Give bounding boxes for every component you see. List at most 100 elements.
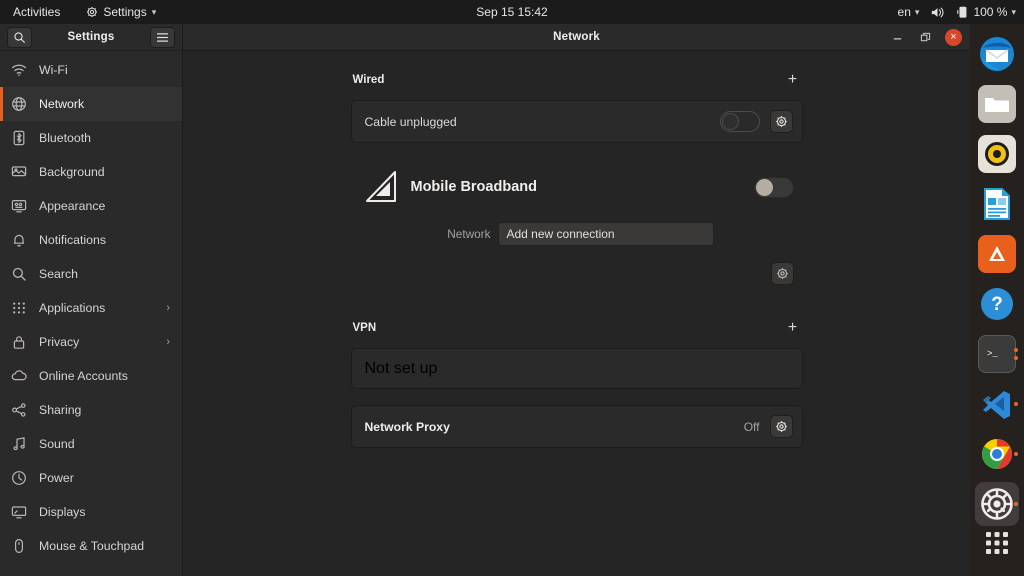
network-proxy-card: Network Proxy Off: [350, 405, 803, 448]
connection-select[interactable]: Add new connection: [497, 222, 714, 246]
sidebar-item-label: Background: [39, 165, 105, 179]
sidebar-item-applications[interactable]: Applications ›: [0, 291, 182, 325]
app-menu-label: Settings: [103, 5, 147, 19]
rhythmbox-icon: [978, 135, 1016, 173]
sidebar-header: Settings: [0, 24, 182, 51]
chevron-down-icon: ▾: [1011, 6, 1016, 17]
mobile-broadband-toggle[interactable]: [753, 176, 794, 198]
sidebar-item-privacy[interactable]: Privacy ›: [0, 325, 182, 359]
maximize-button[interactable]: [917, 30, 933, 46]
add-wired-connection-button[interactable]: +: [785, 72, 801, 88]
svg-text:>_: >_: [987, 349, 998, 359]
vpn-section: VPN + Not set up: [350, 317, 803, 389]
top-bar-left: Activities Settings ▾: [0, 3, 160, 21]
mobile-broadband-title: Mobile Broadband: [410, 179, 537, 195]
network-proxy-settings-button[interactable]: [769, 415, 793, 438]
battery-charging-icon: [956, 5, 969, 19]
search-button[interactable]: [7, 26, 32, 48]
appearance-icon: [11, 198, 27, 214]
gear-icon: [775, 420, 788, 433]
sidebar-item-notifications[interactable]: Notifications: [0, 223, 182, 257]
close-button[interactable]: ×: [945, 29, 962, 46]
bell-icon: [11, 232, 27, 248]
wifi-icon: [11, 62, 27, 78]
close-icon: ×: [950, 31, 957, 43]
chevron-right-icon: ›: [166, 336, 170, 348]
lock-icon: [11, 334, 27, 350]
music-note-icon: [11, 436, 27, 452]
menu-button[interactable]: [150, 26, 175, 48]
sidebar-item-label: Appearance: [39, 199, 106, 213]
sidebar-item-network[interactable]: Network: [0, 87, 182, 121]
sidebar: Settings Wi-Fi Network Bluetooth Background…: [0, 24, 183, 576]
sidebar-item-label: Sharing: [39, 403, 82, 417]
clock[interactable]: Sep 15 15:42: [476, 5, 547, 19]
activities-button[interactable]: Activities: [9, 3, 64, 21]
mobile-broadband-network-row: Network Add new connection: [351, 219, 803, 249]
sidebar-item-mouse-touchpad[interactable]: Mouse & Touchpad: [0, 529, 182, 563]
add-vpn-button[interactable]: +: [785, 320, 801, 336]
sidebar-item-label: Power: [39, 471, 74, 485]
vscode-icon: [978, 385, 1016, 423]
vpn-card: Not set up: [350, 348, 803, 389]
network-proxy-section: Network Proxy Off: [350, 405, 803, 448]
dock-item-chrome[interactable]: [975, 429, 1019, 479]
dock-item-vscode[interactable]: [975, 379, 1019, 429]
dock-item-terminal[interactable]: >_: [975, 329, 1019, 379]
app-menu-button[interactable]: Settings ▾: [82, 3, 160, 21]
speaker-icon: [930, 6, 945, 19]
sidebar-item-search[interactable]: Search: [0, 257, 182, 291]
sidebar-item-displays[interactable]: Displays: [0, 495, 182, 529]
wired-section-header: Wired +: [351, 69, 803, 91]
cellular-signal-icon: [364, 170, 400, 204]
apps-grid-icon: [11, 300, 27, 316]
libreoffice-impress-icon: [978, 185, 1016, 223]
cloud-icon: [11, 368, 27, 384]
dock-item-files[interactable]: [975, 79, 1019, 129]
chrome-icon: [978, 435, 1016, 473]
sidebar-item-sound[interactable]: Sound: [0, 427, 182, 461]
files-folder-icon: [978, 85, 1016, 123]
window-controls: ×: [889, 24, 962, 51]
mobile-broadband-settings-row: [351, 262, 803, 285]
dock-item-rhythmbox[interactable]: [975, 129, 1019, 179]
power-icon: [11, 470, 27, 486]
dock-item-help[interactable]: ?: [975, 279, 1019, 329]
share-icon: [11, 402, 27, 418]
mobile-broadband-settings-button[interactable]: [770, 262, 794, 285]
settings-window: Settings Wi-Fi Network Bluetooth Background…: [0, 24, 970, 576]
sidebar-item-wi-fi[interactable]: Wi-Fi: [0, 53, 182, 87]
gear-icon: [86, 6, 98, 18]
vpn-status-label: Not set up: [364, 359, 438, 377]
battery-indicator[interactable]: 100 % ▾: [956, 5, 1016, 19]
wired-settings-button[interactable]: [769, 110, 793, 133]
network-proxy-row: Network Proxy Off: [352, 406, 802, 447]
sidebar-item-power[interactable]: Power: [0, 461, 182, 495]
keyboard-layout-indicator[interactable]: en ▾: [898, 5, 920, 19]
dock-item-thunderbird[interactable]: [975, 29, 1019, 79]
page-title: Network: [553, 31, 600, 43]
mobile-broadband-network-label: Network: [447, 227, 491, 241]
sidebar-item-label: Displays: [39, 505, 86, 519]
sidebar-item-appearance[interactable]: Appearance: [0, 189, 182, 223]
bluetooth-icon: [11, 130, 27, 146]
dock-item-ubuntu-software[interactable]: [975, 229, 1019, 279]
show-applications-icon: [978, 524, 1016, 562]
ubuntu-software-icon: [978, 235, 1016, 273]
hamburger-menu-icon: [156, 32, 169, 43]
battery-level-label: 100 %: [973, 5, 1008, 19]
sidebar-item-background[interactable]: Background: [0, 155, 182, 189]
thunderbird-icon: [980, 37, 1014, 71]
terminal-icon: >_: [978, 335, 1016, 373]
wired-toggle[interactable]: [719, 111, 760, 132]
sidebar-item-label: Privacy: [39, 335, 80, 349]
dock-item-libreoffice[interactable]: [975, 179, 1019, 229]
wired-row: Cable unplugged: [352, 101, 802, 142]
sidebar-item-online-accounts[interactable]: Online Accounts: [0, 359, 182, 393]
minimize-button[interactable]: [889, 30, 905, 46]
show-applications-button[interactable]: [975, 518, 1019, 568]
sidebar-item-bluetooth[interactable]: Bluetooth: [0, 121, 182, 155]
wired-status-label: Cable unplugged: [364, 114, 457, 129]
sidebar-item-sharing[interactable]: Sharing: [0, 393, 182, 427]
system-status-area[interactable]: en ▾ 100 % ▾: [898, 0, 1016, 24]
